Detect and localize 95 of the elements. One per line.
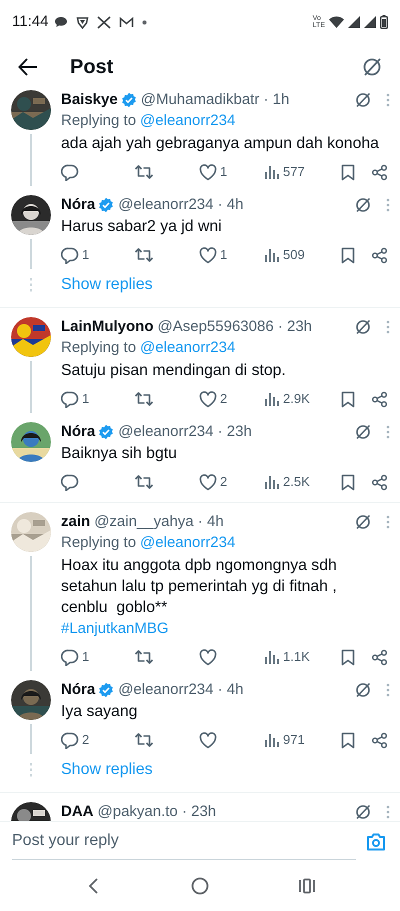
repost-icon [134,163,154,181]
author-handle: @zain__yahya · 4h [94,512,224,532]
chat-icon [54,16,68,28]
views-button[interactable]: 577 [264,158,305,186]
grok-button[interactable] [354,318,372,336]
views-button[interactable]: 971 [264,726,305,754]
author-handle: @Asep55963086 · 23h [158,316,312,337]
replying-label: Replying to [61,338,136,358]
mail-icon [119,16,134,28]
reply-icon [61,163,79,181]
views-button[interactable]: 509 [264,241,305,269]
replying-label: Replying to [61,110,136,131]
like-button[interactable]: 2 [199,468,228,496]
grok-button[interactable] [354,196,372,214]
reply-button[interactable]: 1 [61,241,90,269]
author-handle: @eleanorr234 · 23h [118,422,252,442]
grok-button[interactable] [354,681,372,699]
dot-icon [142,20,148,24]
post-text: Harus sabar2 ya jd wni [61,217,223,237]
author-name[interactable]: Nóra [61,678,96,702]
replying-label: Replying to [61,532,136,553]
views-icon [264,391,280,407]
share-icon [371,164,388,180]
home-nav-icon[interactable] [190,877,209,895]
signal-icon [348,16,360,28]
like-button[interactable]: 1 [199,158,228,186]
post-text: Iya sayang [61,702,138,722]
views-button[interactable]: 2.5K [264,468,310,496]
reply-icon [61,390,79,408]
share-icon [371,390,388,408]
share-icon [371,474,388,490]
heart-icon [199,732,217,748]
repost-icon [134,473,154,491]
repost-icon [134,648,154,666]
heart-icon [199,474,217,490]
recents-nav-icon[interactable] [298,878,316,894]
post-text: Satuju pisan mendingan di stop. [61,361,287,381]
battery-icon [380,15,388,29]
grok-button[interactable] [354,513,372,531]
views-icon [264,732,280,748]
post-text: ada ajah yah gebraganya ampun dah konoha [61,134,380,154]
post-text: Baiknya sih bgtu [61,444,178,464]
bookmark-icon [341,648,355,666]
views-icon [264,474,280,490]
status-time: 11:44 [12,12,48,32]
author-name[interactable]: DAA [61,800,94,821]
author-name[interactable]: Baiskye [61,90,118,112]
author-name[interactable]: Nóra [61,194,96,216]
author-name[interactable]: Nóra [61,420,96,444]
views-button[interactable]: 2.9K [264,385,310,413]
reply-field[interactable]: Post your reply [12,824,356,860]
grok-button[interactable] [354,91,372,109]
x-logo-icon [97,16,112,28]
reply-button[interactable]: 1 [61,643,90,671]
bookmark-icon [341,474,355,490]
bookmark-icon [341,246,355,264]
reply-button[interactable]: 2 [61,726,90,754]
share-icon [371,732,388,748]
like-button[interactable]: 2 [199,385,228,413]
author-name[interactable]: LainMulyono [61,316,154,338]
bookmark-icon [341,390,355,408]
heart-icon [199,390,217,408]
signal-icon [364,16,376,28]
share-icon [371,246,388,264]
page-title: Post [70,55,114,80]
views-button[interactable]: 1.1K [264,643,310,671]
shield-icon [76,16,90,28]
bookmark-icon [341,732,355,748]
heart-icon [199,164,217,180]
views-icon [264,649,280,665]
views-icon [264,247,280,263]
heart-icon [199,246,217,264]
author-handle: @eleanorr234 · 4h [118,680,244,700]
share-icon [371,648,388,666]
repost-icon [134,390,154,408]
bookmark-icon [341,164,355,180]
author-name[interactable]: zain [61,510,90,534]
reply-icon [61,648,79,666]
author-handle: @eleanorr234 · 4h [118,194,244,215]
reply-icon [61,731,79,749]
heart-icon [199,648,217,666]
reply-icon [61,473,79,491]
repost-icon [134,246,154,264]
author-handle: @Muhamadikbatr · 1h [140,90,290,110]
grok-button[interactable] [354,423,372,441]
views-icon [264,164,280,180]
post-text: Hoax itu anggota dpb ngomongnya sdh setahun lalu tp pemerintah yg di fitnah , cenblu goblo** [61,556,338,618]
repost-icon [134,731,154,749]
wifi-icon [329,16,344,28]
like-button[interactable]: 1 [199,241,228,269]
reply-button[interactable]: 1 [61,385,90,413]
back-nav-icon[interactable] [87,877,100,895]
reply-icon [61,246,79,264]
author-handle: @pakyan.to · 23h [98,802,216,821]
grok-button[interactable] [354,803,372,821]
